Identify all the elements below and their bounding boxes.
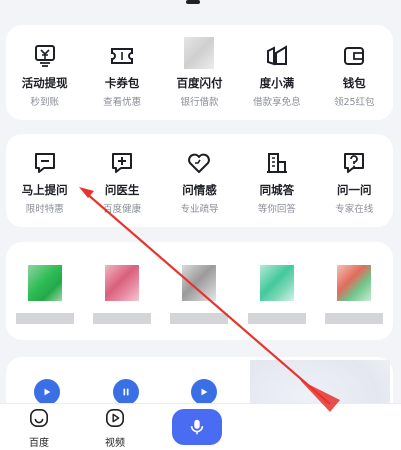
tab-video[interactable]: 视频 [90, 408, 140, 449]
play-icon[interactable] [34, 379, 60, 405]
item-subtitle: 查看优惠 [103, 97, 142, 108]
tab-home[interactable]: 百度 [14, 408, 64, 449]
item-subtitle: 秒到账 [30, 97, 59, 108]
blurred-label [170, 313, 229, 324]
blurred-icon [182, 37, 216, 71]
blurred-app-icon [259, 265, 294, 301]
item-subtitle: 百度健康 [103, 204, 142, 215]
microphone-icon [190, 419, 204, 435]
item-title: 百度闪付 [176, 76, 223, 90]
blurred-app-icon [27, 265, 62, 301]
item-title: 度小满 [259, 76, 295, 90]
item-title: 问医生 [104, 183, 140, 197]
blurred-app-icon [337, 265, 372, 301]
item-subtitle: 等你回答 [257, 204, 296, 215]
item-title: 活动提现 [21, 76, 68, 90]
play-icon[interactable] [191, 379, 217, 405]
baidu-home-icon [29, 408, 49, 432]
yen-card-icon [28, 41, 62, 71]
activity-withdraw-button[interactable]: 活动提现 秒到账 [6, 41, 83, 108]
ask-expert-button[interactable]: 问一问 专家在线 [316, 148, 393, 215]
tab-label: 百度 [29, 438, 49, 449]
voice-search-button[interactable] [172, 409, 222, 445]
recommended-apps-card [6, 242, 393, 340]
blurred-app[interactable] [83, 265, 160, 324]
baidu-pay-button[interactable]: 百度闪付 银行借款 [161, 37, 238, 108]
dxm-logo-icon [260, 41, 294, 71]
building-icon [260, 148, 294, 178]
ask-services-card: 马上提问 限时特惠 问医生 百度健康 问情感 专业疏导 同城答 等你回答 问一问… [6, 134, 393, 227]
scroll-indicator [186, 0, 200, 4]
ask-doctor-button[interactable]: 问医生 百度健康 [83, 148, 160, 215]
item-title: 马上提问 [21, 183, 68, 197]
blurred-label [15, 313, 74, 324]
blurred-label [325, 313, 384, 324]
tab-label: 视频 [105, 438, 125, 449]
blurred-app-icon [105, 265, 140, 301]
blurred-app[interactable] [161, 265, 238, 324]
item-subtitle: 限时特惠 [25, 204, 64, 215]
item-subtitle: 领25红包 [333, 97, 375, 108]
medical-cross-icon [105, 148, 139, 178]
blurred-app[interactable] [6, 265, 83, 324]
blurred-app[interactable] [316, 265, 393, 324]
item-title: 问一问 [337, 183, 372, 197]
item-subtitle: 专业疏导 [180, 204, 219, 215]
heart-icon [182, 148, 216, 178]
ticket-icon [105, 41, 139, 71]
question-bubble-icon [28, 148, 62, 178]
question-mark-icon [337, 148, 371, 178]
ask-emotion-button[interactable]: 问情感 专业疏导 [161, 148, 238, 215]
ask-now-button[interactable]: 马上提问 限时特惠 [6, 148, 83, 215]
local-answer-button[interactable]: 同城答 等你回答 [238, 148, 315, 215]
item-subtitle: 借款享免息 [253, 97, 301, 108]
blurred-app[interactable] [238, 265, 315, 324]
blurred-label [93, 313, 152, 324]
item-title: 同城答 [259, 183, 295, 197]
wallet-services-card: 活动提现 秒到账 卡券包 查看优惠 百度闪付 银行借款 度小满 借款享免息 钱包… [6, 25, 393, 120]
coupon-wallet-button[interactable]: 卡券包 查看优惠 [83, 41, 160, 108]
item-subtitle: 银行借款 [180, 97, 219, 108]
pause-icon[interactable] [113, 379, 139, 405]
dxm-button[interactable]: 度小满 借款享免息 [238, 41, 315, 108]
item-subtitle: 专家在线 [335, 204, 374, 215]
item-title: 问情感 [182, 183, 217, 197]
bottom-tab-bar: 百度 视频 [0, 403, 401, 450]
blurred-label [247, 313, 306, 324]
wallet-button[interactable]: 钱包 领25红包 [316, 41, 393, 108]
item-title: 钱包 [342, 76, 366, 90]
blurred-app-icon [182, 265, 217, 301]
video-icon [105, 408, 125, 432]
item-title: 卡券包 [104, 76, 140, 90]
wallet-icon [337, 41, 371, 71]
